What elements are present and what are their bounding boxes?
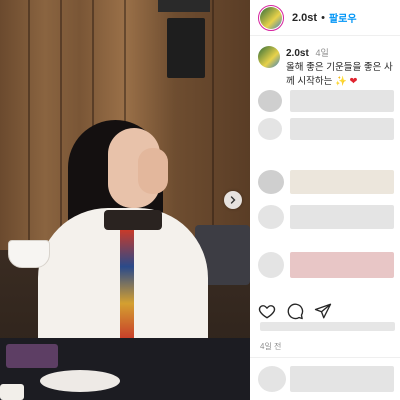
comment-avatar-blurred <box>258 170 284 194</box>
caption-avatar[interactable] <box>258 46 280 68</box>
comment-avatar-blurred <box>258 118 282 140</box>
heart-icon <box>258 305 276 319</box>
comment-button[interactable] <box>286 302 304 320</box>
divider <box>250 357 400 358</box>
hand-on-face <box>138 148 168 194</box>
bottom-comment-blurred <box>290 366 394 392</box>
comment-avatar-blurred <box>258 252 284 278</box>
ceiling-speaker <box>158 0 210 12</box>
post-actions <box>258 302 332 320</box>
comment-blurred <box>290 205 394 229</box>
like-button[interactable] <box>258 302 276 320</box>
carousel-next-button[interactable] <box>224 191 242 209</box>
avatar[interactable] <box>258 4 284 31</box>
post-age: 4일 전 <box>260 342 282 351</box>
wall-speaker <box>167 18 205 78</box>
send-icon <box>314 303 332 319</box>
follow-button[interactable]: 팔로우 <box>329 10 357 25</box>
chevron-right-icon <box>230 196 236 204</box>
username-link[interactable]: 2.0st <box>292 12 317 24</box>
caption-line-1: 올해 좋은 기운들을 좋은 사 <box>286 62 393 73</box>
comment-blurred <box>290 170 394 194</box>
separator-dot: • <box>321 11 325 24</box>
cup-bottom-left <box>0 384 24 400</box>
dinner-plate <box>40 370 120 392</box>
purple-napkin <box>6 344 58 368</box>
comment-blurred <box>290 90 394 112</box>
post-photo[interactable] <box>0 0 250 400</box>
caption-line-2: 께 시작하는 <box>286 76 333 87</box>
caption-timestamp: 4일 <box>315 48 329 58</box>
embroidered-placket <box>120 230 134 340</box>
post-header: 2.0st • 팔로우 <box>250 0 400 36</box>
heart-emoji: ❤ <box>349 76 358 87</box>
wall-panel-line <box>212 0 214 250</box>
blouse-collar <box>104 210 162 230</box>
comment-blurred <box>290 118 394 140</box>
sparkles-emoji: ✨ <box>334 76 347 87</box>
comment-avatar-blurred <box>258 90 282 112</box>
comment-avatar-blurred <box>258 205 284 229</box>
caption: 2.0st 4일 올해 좋은 기운들을 좋은 사 께 시작하는 ✨ ❤ <box>258 46 400 89</box>
bottom-avatar-blurred <box>258 366 286 392</box>
teacup <box>8 240 50 268</box>
wall-panel-line <box>60 0 62 250</box>
caption-username[interactable]: 2.0st <box>286 48 309 59</box>
post-side-panel: 2.0st • 팔로우 2.0st 4일 올해 좋은 기운들을 좋은 사 께 시… <box>250 0 400 400</box>
share-button[interactable] <box>314 302 332 320</box>
comment-blurred <box>290 252 394 278</box>
likes-count-blurred <box>260 322 395 331</box>
wall-panel-line <box>28 0 30 250</box>
comment-icon <box>287 303 304 320</box>
